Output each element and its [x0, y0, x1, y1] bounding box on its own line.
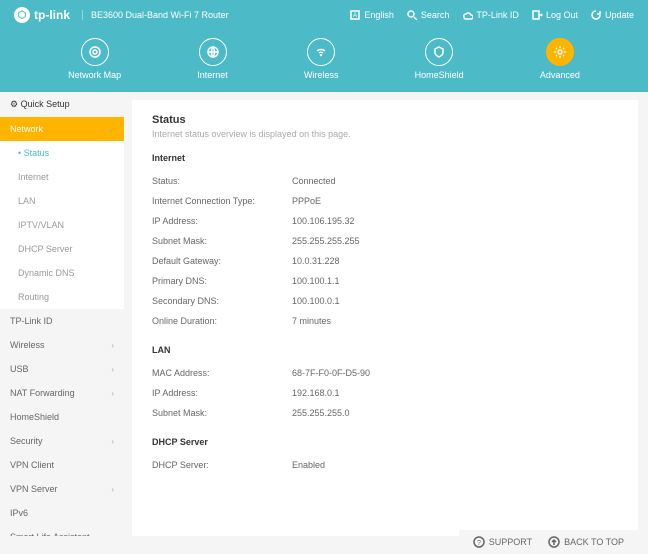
status-row: Internet Connection Type:PPPoE [152, 191, 618, 211]
status-row: Secondary DNS:100.100.0.1 [152, 291, 618, 311]
sidebar-homeshield[interactable]: HomeShield [0, 405, 124, 429]
svg-text:?: ? [477, 540, 481, 547]
globe-icon [206, 45, 220, 59]
shield-icon [432, 45, 446, 59]
status-row: Primary DNS:100.100.1.1 [152, 271, 618, 291]
row-value: 68-7F-F0-0F-D5-90 [292, 368, 370, 378]
row-label: Secondary DNS: [152, 296, 292, 306]
status-row: IP Address:192.168.0.1 [152, 383, 618, 403]
status-row: IP Address:100.106.195.32 [152, 211, 618, 231]
chevron-right-icon: › [111, 341, 114, 350]
sub-internet[interactable]: Internet [0, 165, 124, 189]
section-title-lan: LAN [152, 345, 618, 355]
row-value: Connected [292, 176, 336, 186]
row-label: Internet Connection Type: [152, 196, 292, 206]
page-desc: Internet status overview is displayed on… [152, 129, 618, 139]
sidebar-smart-life[interactable]: Smart Life Assistant› [0, 525, 124, 536]
nav-homeshield[interactable]: HomeShield [415, 38, 464, 80]
chevron-right-icon: › [111, 533, 114, 537]
sidebar-wireless[interactable]: Wireless› [0, 333, 124, 357]
sidebar-nat[interactable]: NAT Forwarding› [0, 381, 124, 405]
logout-icon [531, 9, 543, 21]
support-icon: ? [473, 536, 485, 548]
sidebar-vpn-client[interactable]: VPN Client [0, 453, 124, 477]
nav-network-map[interactable]: Network Map [68, 38, 121, 80]
nav-wireless[interactable]: Wireless [304, 38, 339, 80]
row-value: 10.0.31.228 [292, 256, 340, 266]
row-label: MAC Address: [152, 368, 292, 378]
logout-link[interactable]: Log Out [531, 9, 578, 21]
section-title-dhcp: DHCP Server [152, 437, 618, 447]
sub-iptv[interactable]: IPTV/VLAN [0, 213, 124, 237]
status-row: MAC Address:68-7F-F0-0F-D5-90 [152, 363, 618, 383]
chevron-right-icon: › [111, 389, 114, 398]
svg-text:A: A [353, 13, 357, 19]
status-row: Default Gateway:10.0.31.228 [152, 251, 618, 271]
search-icon [406, 9, 418, 21]
sidebar-quick-setup[interactable]: ⚙ Quick Setup [0, 92, 124, 117]
sidebar-network[interactable]: Network⌄ [0, 117, 124, 141]
cloud-icon [461, 9, 473, 21]
row-value: 7 minutes [292, 316, 331, 326]
row-value: 100.100.0.1 [292, 296, 340, 306]
content-panel: Status Internet status overview is displ… [132, 100, 638, 536]
sub-ddns[interactable]: Dynamic DNS [0, 261, 124, 285]
update-link[interactable]: Update [590, 9, 634, 21]
row-label: Subnet Mask: [152, 408, 292, 418]
status-row: Online Duration:7 minutes [152, 311, 618, 331]
sidebar-security[interactable]: Security› [0, 429, 124, 453]
sidebar-usb[interactable]: USB› [0, 357, 124, 381]
sub-lan[interactable]: LAN [0, 189, 124, 213]
row-label: Status: [152, 176, 292, 186]
nav-internet[interactable]: Internet [197, 38, 228, 80]
sub-status[interactable]: Status [0, 141, 124, 165]
sidebar-tplink-id[interactable]: TP-Link ID [0, 309, 124, 333]
row-label: DHCP Server: [152, 460, 292, 470]
language-icon: A [349, 9, 361, 21]
language-link[interactable]: AEnglish [349, 9, 394, 21]
row-label: Primary DNS: [152, 276, 292, 286]
up-arrow-icon [548, 536, 560, 548]
back-to-top[interactable]: BACK TO TOP [548, 536, 624, 548]
wifi-icon [314, 45, 328, 59]
section-title-internet: Internet [152, 153, 618, 163]
row-value: 192.168.0.1 [292, 388, 340, 398]
sidebar-vpn-server[interactable]: VPN Server› [0, 477, 124, 501]
row-label: Online Duration: [152, 316, 292, 326]
chevron-right-icon: › [111, 365, 114, 374]
gear-icon [553, 45, 567, 59]
chevron-down-icon: ⌄ [107, 125, 114, 134]
row-label: Default Gateway: [152, 256, 292, 266]
sub-routing[interactable]: Routing [0, 285, 124, 309]
row-label: IP Address: [152, 216, 292, 226]
status-row: Status:Connected [152, 171, 618, 191]
row-label: IP Address: [152, 388, 292, 398]
update-icon [590, 9, 602, 21]
logo-icon: ⬡ [14, 7, 30, 23]
chevron-right-icon: › [111, 437, 114, 446]
status-row: Subnet Mask:255.255.255.0 [152, 403, 618, 423]
row-value: 100.100.1.1 [292, 276, 340, 286]
row-value: 255.255.255.255 [292, 236, 360, 246]
sidebar-ipv6[interactable]: IPv6 [0, 501, 124, 525]
status-row: DHCP Server:Enabled [152, 455, 618, 475]
brand-text: tp-link [34, 8, 70, 22]
tplink-id-link[interactable]: TP-Link ID [461, 9, 519, 21]
map-icon [88, 45, 102, 59]
chevron-right-icon: › [111, 485, 114, 494]
sub-dhcp[interactable]: DHCP Server [0, 237, 124, 261]
search-link[interactable]: Search [406, 9, 450, 21]
nav-advanced[interactable]: Advanced [540, 38, 580, 80]
row-value: PPPoE [292, 196, 321, 206]
status-row: Subnet Mask:255.255.255.255 [152, 231, 618, 251]
brand-logo: ⬡ tp-link BE3600 Dual-Band Wi-Fi 7 Route… [14, 7, 229, 23]
page-title: Status [152, 114, 618, 126]
row-value: Enabled [292, 460, 325, 470]
product-name: BE3600 Dual-Band Wi-Fi 7 Router [82, 10, 229, 20]
sidebar: ⚙ Quick Setup Network⌄ Status Internet L… [0, 92, 124, 536]
row-value: 255.255.255.0 [292, 408, 350, 418]
support-link[interactable]: ?SUPPORT [473, 536, 532, 548]
row-label: Subnet Mask: [152, 236, 292, 246]
row-value: 100.106.195.32 [292, 216, 355, 226]
